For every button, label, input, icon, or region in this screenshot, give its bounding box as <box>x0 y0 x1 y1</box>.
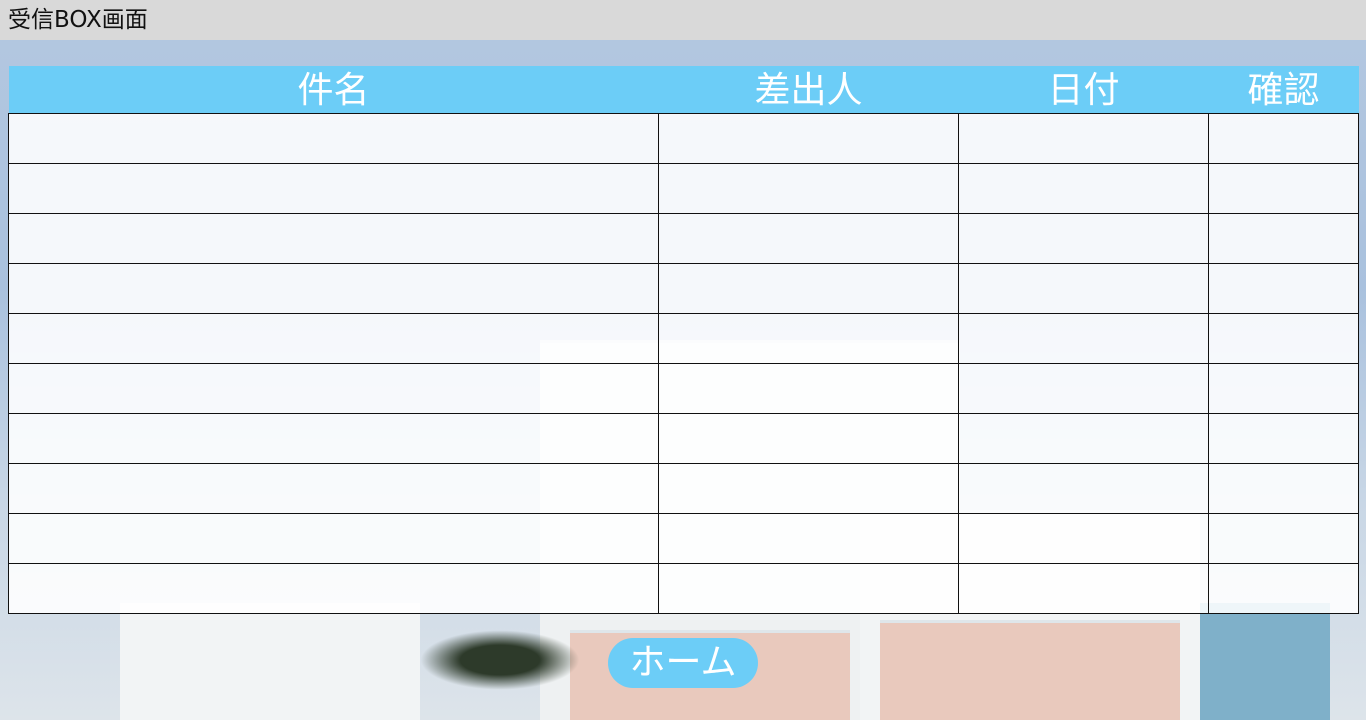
column-header-sender: 差出人 <box>658 66 959 114</box>
cell-date <box>958 263 1209 314</box>
cell-sender <box>658 163 959 214</box>
cell-sender <box>658 263 959 314</box>
cell-date <box>958 313 1209 364</box>
cell-date <box>958 213 1209 264</box>
cell-sender <box>658 313 959 364</box>
cell-sender <box>658 213 959 264</box>
cell-subject <box>8 113 659 164</box>
cell-confirm <box>1208 163 1359 214</box>
cell-subject <box>8 213 659 264</box>
table-row[interactable] <box>8 563 1359 614</box>
cell-date <box>958 463 1209 514</box>
table-row[interactable] <box>8 513 1359 564</box>
home-button[interactable]: ホーム <box>608 638 758 688</box>
column-header-subject: 件名 <box>8 66 659 114</box>
cell-subject <box>8 163 659 214</box>
cell-confirm <box>1208 513 1359 564</box>
cell-sender <box>658 113 959 164</box>
table-row[interactable] <box>8 363 1359 414</box>
table-row[interactable] <box>8 413 1359 464</box>
cell-date <box>958 563 1209 614</box>
palm-tree <box>420 630 580 690</box>
cell-subject <box>8 413 659 464</box>
cell-confirm <box>1208 463 1359 514</box>
inbox-table: 件名 差出人 日付 確認 <box>8 66 1359 614</box>
cell-date <box>958 363 1209 414</box>
cell-subject <box>8 313 659 364</box>
table-row[interactable] <box>8 213 1359 264</box>
column-header-confirm: 確認 <box>1208 66 1359 114</box>
table-row[interactable] <box>8 313 1359 364</box>
cell-sender <box>658 513 959 564</box>
cell-subject <box>8 563 659 614</box>
cell-sender <box>658 413 959 464</box>
cell-confirm <box>1208 363 1359 414</box>
cell-date <box>958 513 1209 564</box>
cell-sender <box>658 363 959 414</box>
cell-subject <box>8 263 659 314</box>
cell-subject <box>8 363 659 414</box>
table-header-row: 件名 差出人 日付 確認 <box>8 66 1359 114</box>
cell-date <box>958 113 1209 164</box>
column-header-date: 日付 <box>958 66 1209 114</box>
cell-subject <box>8 513 659 564</box>
building-left <box>120 600 420 720</box>
table-row[interactable] <box>8 163 1359 214</box>
building-pink-balconies <box>880 620 1180 720</box>
cell-confirm <box>1208 413 1359 464</box>
cell-confirm <box>1208 213 1359 264</box>
table-row[interactable] <box>8 113 1359 164</box>
cell-subject <box>8 463 659 514</box>
cell-date <box>958 413 1209 464</box>
table-row[interactable] <box>8 263 1359 314</box>
cell-sender <box>658 563 959 614</box>
cell-confirm <box>1208 113 1359 164</box>
cell-sender <box>658 463 959 514</box>
window-title: 受信BOX画面 <box>0 0 1366 40</box>
building-blue-balconies <box>1200 600 1330 720</box>
cell-date <box>958 163 1209 214</box>
table-row[interactable] <box>8 463 1359 514</box>
cell-confirm <box>1208 263 1359 314</box>
cell-confirm <box>1208 563 1359 614</box>
cell-confirm <box>1208 313 1359 364</box>
